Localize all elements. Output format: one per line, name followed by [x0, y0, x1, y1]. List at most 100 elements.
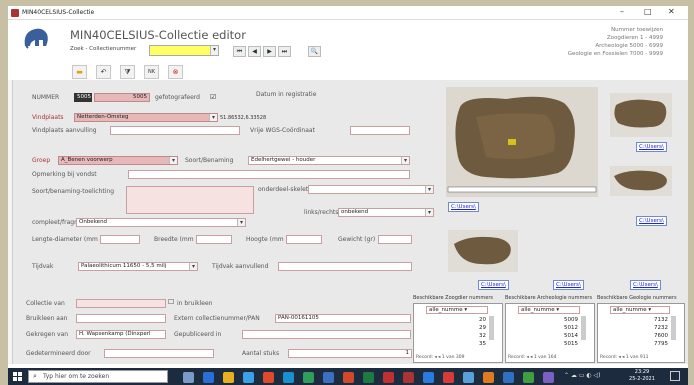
antler-photo-icon	[614, 99, 667, 128]
list-scrollbar[interactable]	[489, 316, 494, 340]
opmerking-field[interactable]	[128, 170, 410, 179]
photo-link[interactable]: C:\Users\	[478, 280, 509, 290]
tray-icons[interactable]: ⌃ ☁ ▭ ◐ ◁)	[564, 372, 601, 380]
toelichting-field[interactable]	[126, 186, 254, 214]
nummer-small-field[interactable]: 5005	[74, 93, 92, 102]
app-icon[interactable]	[423, 372, 434, 383]
first-record-button[interactable]: ⏮	[233, 46, 246, 57]
geologie-list[interactable]: alle_numme ▾ 7132 7232 7600 7795 Record:…	[597, 303, 685, 363]
photo-thumb[interactable]	[448, 230, 518, 272]
binoculars-icon[interactable]: 🔍	[308, 46, 321, 57]
main-photo[interactable]	[446, 87, 598, 197]
search-collection-dropdown[interactable]	[149, 45, 219, 56]
onderdeel-dropdown[interactable]	[308, 185, 434, 194]
vindplaats-dropdown[interactable]: Netterden-Omsteg	[74, 113, 218, 122]
record-navigator[interactable]: Record: ◂ ◂ 1 van 164	[508, 354, 556, 362]
list-scrollbar[interactable]	[671, 316, 676, 340]
app-icon[interactable]	[483, 372, 494, 383]
wgs-field[interactable]	[350, 126, 410, 135]
minimize-button[interactable]: –	[620, 8, 624, 16]
window-title: MIN40CELSIUS-Collectie	[22, 9, 95, 16]
taskbar-search[interactable]: ⌕ Typ hier om te zoeken	[28, 370, 168, 383]
tijdvak-dropdown[interactable]: Palaeolithicum 11650 - 5,5 milj	[78, 262, 198, 271]
groep-label: Groep	[32, 157, 51, 164]
aantal-field[interactable]: 1	[288, 349, 412, 358]
photo-link[interactable]: C:\Users\	[636, 216, 667, 226]
tijdvak-aanv-field[interactable]	[278, 262, 412, 271]
task-view-icon[interactable]	[183, 372, 194, 383]
list-item[interactable]: 5015	[506, 340, 594, 348]
powerpoint-icon[interactable]	[343, 372, 354, 383]
photo-link[interactable]: C:\Users\	[636, 142, 667, 152]
maximize-button[interactable]: □	[644, 8, 652, 16]
app-icon[interactable]	[463, 372, 474, 383]
explorer-icon[interactable]	[223, 372, 234, 383]
app-icon[interactable]	[443, 372, 454, 383]
aanvulling-field[interactable]	[110, 126, 240, 135]
notification-icon[interactable]	[670, 371, 680, 381]
record-selector[interactable]	[8, 80, 13, 364]
record-navigator[interactable]: Record: ◂ ◂ 1 van 911	[600, 354, 648, 362]
tijdvak-label: Tijdvak	[32, 263, 54, 270]
compleet-dropdown[interactable]: Onbekend	[76, 218, 246, 227]
app-icon[interactable]	[523, 372, 534, 383]
gefotografeerd-label: gefotografeerd	[155, 94, 200, 101]
excel-icon[interactable]	[363, 372, 374, 383]
access-icon[interactable]	[403, 372, 414, 383]
stop-button[interactable]: ⊗	[168, 65, 183, 79]
record-navigator[interactable]: Record: ◂ ◂ 1 van 309	[416, 354, 464, 362]
list-filter-dropdown[interactable]: alle_numme ▾	[426, 306, 488, 314]
gewicht-field[interactable]	[378, 235, 412, 244]
info-line: Nummer toewijzen	[611, 27, 663, 33]
list-filter-dropdown[interactable]: alle_numme ▾	[518, 306, 580, 314]
last-record-button[interactable]: ⏭	[278, 46, 291, 57]
edge-icon[interactable]	[203, 372, 214, 383]
bruikleen-aan-field[interactable]	[76, 314, 166, 323]
mail-icon[interactable]	[283, 372, 294, 383]
close-button[interactable]: ✕	[668, 8, 675, 16]
delete-record-button[interactable]: ▬	[72, 65, 87, 79]
list-item[interactable]: 7795	[598, 340, 684, 348]
archeologie-list[interactable]: alle_numme ▾ 5009 5012 5014 5015 Record:…	[505, 303, 595, 363]
zoogdier-list[interactable]: alle_numme ▾ 20 29 32 35 Record: ◂ ◂ 1 v…	[413, 303, 503, 363]
list-scrollbar[interactable]	[581, 316, 586, 340]
gepubliceerd-field[interactable]	[242, 330, 411, 339]
filter-button[interactable]: ⧩	[120, 65, 135, 79]
aantal-label: Aantal stuks	[242, 350, 280, 357]
app-icon[interactable]	[303, 372, 314, 383]
extern-label: Extern collectienummer/PAN	[174, 315, 260, 322]
photo-link[interactable]: C:\Users\	[448, 202, 479, 212]
nummer-label: NUMMER	[32, 94, 60, 101]
soort-dropdown[interactable]: Edelhertgewei - houder	[248, 156, 410, 165]
app-icon[interactable]	[503, 372, 514, 383]
list-filter-dropdown[interactable]: alle_numme ▾	[610, 306, 670, 314]
app-icon[interactable]	[543, 372, 554, 383]
hoogte-field[interactable]	[286, 235, 322, 244]
linksrechts-dropdown[interactable]: onbekend	[338, 208, 434, 217]
nk-button[interactable]: NK	[144, 65, 159, 79]
word-icon[interactable]	[323, 372, 334, 383]
next-record-button[interactable]: ▶	[263, 46, 276, 57]
photo-link[interactable]: C:\Users\	[553, 280, 584, 290]
chrome-icon[interactable]	[263, 372, 274, 383]
undo-button[interactable]: ↶	[96, 65, 111, 79]
collectie-field[interactable]	[76, 299, 166, 308]
extern-field[interactable]: PAN-00161105	[275, 314, 411, 323]
gefotografeerd-checkbox[interactable]: ☑	[210, 93, 216, 101]
bruikleen-checkbox[interactable]: ☐	[168, 298, 174, 306]
clock[interactable]: 23:29 25-2-2021	[622, 369, 662, 383]
start-button-icon[interactable]	[13, 372, 22, 381]
groep-dropdown[interactable]: A_Benen voorwerp	[58, 156, 178, 165]
photo-link[interactable]: C:\Users\	[630, 280, 661, 290]
photo-thumb[interactable]	[610, 93, 672, 137]
access-icon[interactable]	[383, 372, 394, 383]
breedte-field[interactable]	[196, 235, 232, 244]
gekregen-field[interactable]: H. Wapsenkamp (Dinxperl	[76, 330, 166, 339]
list-item[interactable]: 35	[414, 340, 502, 348]
photo-thumb[interactable]	[610, 166, 672, 196]
lengte-field[interactable]	[100, 235, 140, 244]
store-icon[interactable]	[243, 372, 254, 383]
gedetermineerd-field[interactable]	[104, 349, 214, 358]
prev-record-button[interactable]: ◀	[248, 46, 261, 57]
nummer-field[interactable]: 5005	[94, 93, 150, 102]
